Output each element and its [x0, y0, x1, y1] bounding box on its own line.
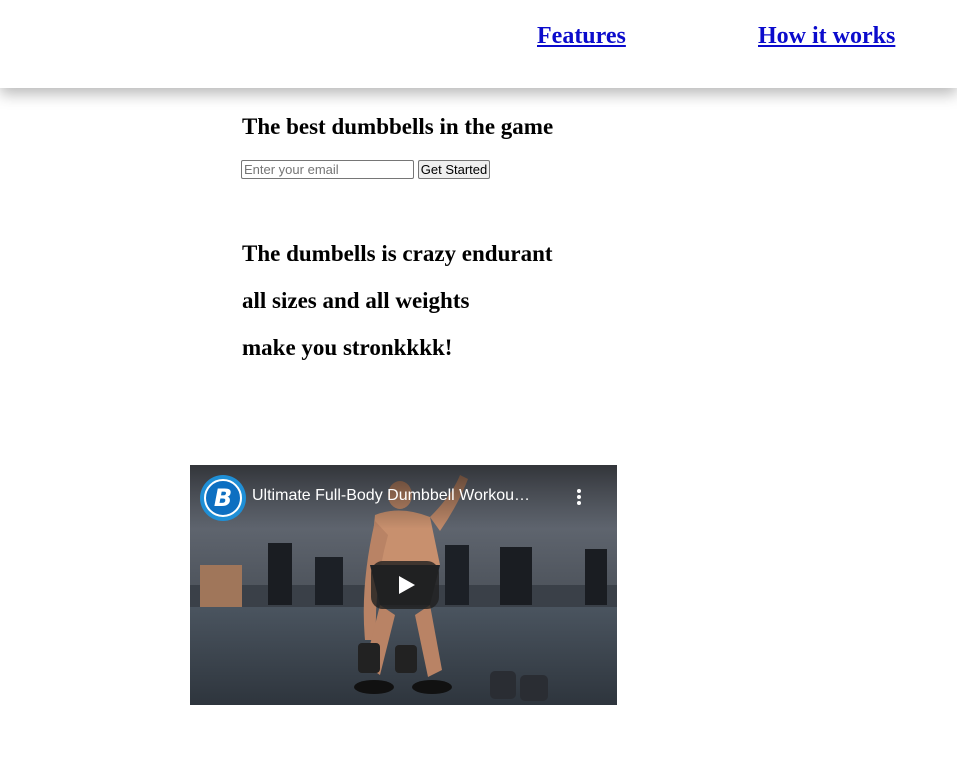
site-header: Features How it works — [0, 0, 957, 88]
video-player[interactable]: B Ultimate Full-Body Dumbbell Workou… — [190, 465, 617, 705]
nav-link-how-it-works[interactable]: How it works — [758, 22, 895, 50]
hero-title: The best dumbbells in the game — [242, 114, 554, 139]
feature-line: The dumbells is crazy endurant — [242, 241, 553, 266]
email-input[interactable] — [241, 160, 414, 179]
channel-logo: B — [213, 484, 233, 512]
channel-avatar[interactable]: B — [200, 475, 246, 521]
feature-line: make you stronkkkk! — [242, 335, 453, 360]
more-options-icon[interactable] — [572, 487, 586, 507]
nav-link-features[interactable]: Features — [537, 22, 626, 50]
feature-line: all sizes and all weights — [242, 288, 470, 313]
play-button[interactable] — [371, 561, 439, 609]
play-icon — [399, 576, 415, 594]
video-title[interactable]: Ultimate Full-Body Dumbbell Workou… — [252, 486, 560, 506]
get-started-button[interactable]: Get Started — [418, 160, 490, 179]
